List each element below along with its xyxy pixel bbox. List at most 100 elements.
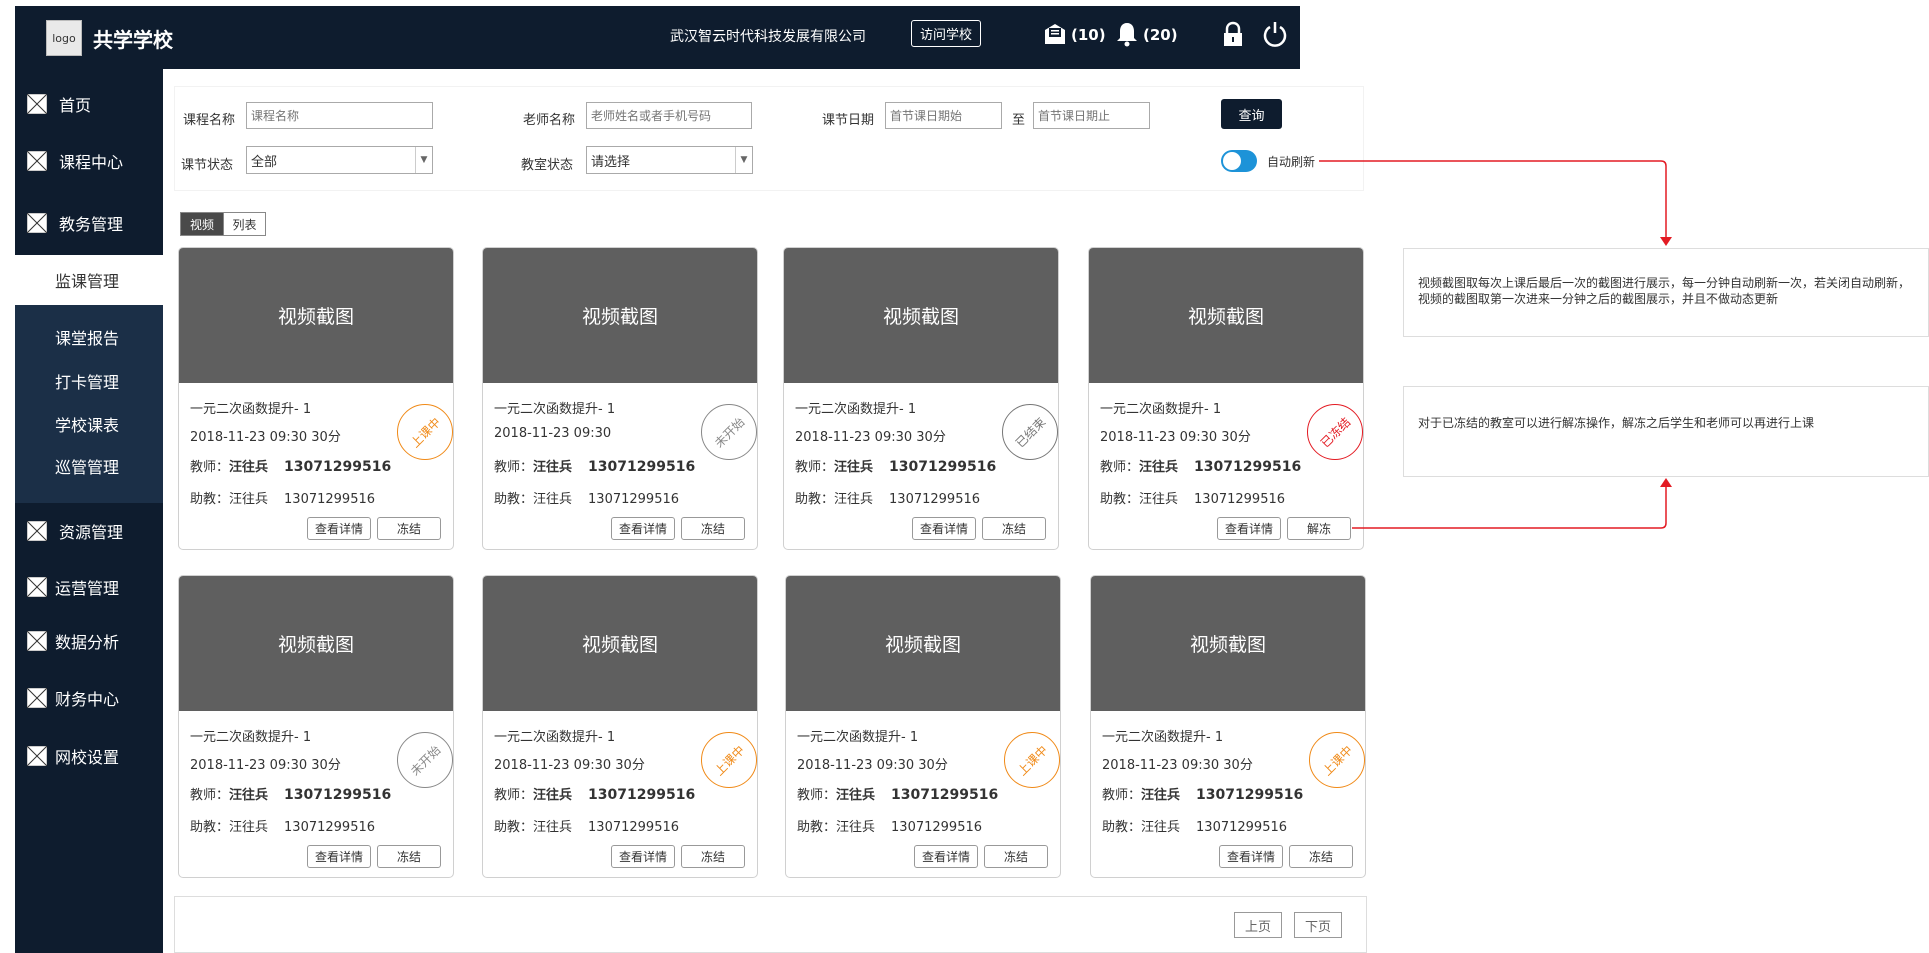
visit-school-button[interactable]: 访问学校: [911, 20, 981, 47]
assistant-line: 助教：汪往兵 13071299516: [190, 488, 375, 507]
date-end-input[interactable]: [1033, 102, 1150, 129]
teacher-line: 教师：汪往兵 13071299516: [1102, 784, 1303, 803]
room-status-label: 教室状态: [521, 158, 574, 173]
sidebar-item-course-center[interactable]: 课程中心: [15, 141, 163, 181]
video-thumbnail[interactable]: 视频截图: [784, 248, 1058, 383]
auto-refresh-toggle[interactable]: [1221, 150, 1257, 172]
unfreeze-button[interactable]: 解冻: [1287, 517, 1351, 540]
sidebar-item-label: 数据分析: [55, 633, 120, 652]
sidebar-item-resources[interactable]: 资源管理: [15, 511, 163, 551]
assistant-line: 助教：汪往兵 13071299516: [1100, 488, 1285, 507]
power-icon[interactable]: [1261, 20, 1289, 48]
view-details-button[interactable]: 查看详情: [1219, 845, 1283, 868]
sidebar-item-analytics[interactable]: 数据分析: [15, 621, 163, 661]
classroom-card: 视频截图 一元二次函数提升- 1 2018-11-23 09:30 30分 教师：汪往…: [1090, 575, 1366, 878]
video-thumbnail[interactable]: 视频截图: [1089, 248, 1363, 383]
video-thumbnail[interactable]: 视频截图: [1091, 576, 1365, 711]
freeze-button[interactable]: 冻结: [377, 517, 441, 540]
course-title: 一元二次函数提升- 1: [494, 730, 616, 745]
tab-list-view[interactable]: 列表: [223, 212, 266, 236]
next-page-button[interactable]: 下页: [1294, 912, 1342, 938]
course-title: 一元二次函数提升- 1: [795, 402, 917, 417]
video-thumbnail[interactable]: 视频截图: [179, 576, 453, 711]
assistant-name: 汪往兵: [533, 820, 573, 835]
date-label: 课节日期: [822, 113, 875, 128]
classroom-card: 视频截图 一元二次函数提升- 1 2018-11-23 09:30 30分 教师：汪往…: [482, 575, 758, 878]
assistant-prefix: 助教：: [190, 492, 230, 507]
assistant-phone: 13071299516: [889, 492, 981, 507]
lesson-time: 2018-11-23 09:30 30分: [494, 758, 645, 773]
placeholder-image-icon: [27, 746, 47, 766]
freeze-button[interactable]: 冻结: [984, 845, 1048, 868]
lock-icon[interactable]: [1219, 20, 1247, 48]
view-details-button[interactable]: 查看详情: [611, 845, 675, 868]
view-details-button[interactable]: 查看详情: [307, 517, 371, 540]
assistant-name: 汪往兵: [834, 492, 874, 507]
teacher-line: 教师：汪往兵 13071299516: [494, 456, 695, 475]
video-thumbnail[interactable]: 视频截图: [483, 248, 757, 383]
room-status-value: 请选择: [591, 154, 631, 170]
assistant-phone: 13071299516: [1196, 820, 1288, 835]
video-thumbnail[interactable]: 视频截图: [483, 576, 757, 711]
bell-icon[interactable]: [1113, 20, 1141, 48]
status-stamp: 未开始: [385, 720, 453, 800]
sidebar-item-settings[interactable]: 网校设置: [15, 736, 163, 776]
course-title: 一元二次函数提升- 1: [1100, 402, 1222, 417]
placeholder-image-icon: [27, 151, 47, 171]
view-details-button[interactable]: 查看详情: [611, 517, 675, 540]
freeze-button[interactable]: 冻结: [982, 517, 1046, 540]
sidebar-subitem-patrol[interactable]: 巡管管理: [55, 454, 119, 478]
assistant-prefix: 助教：: [1100, 492, 1140, 507]
view-details-button[interactable]: 查看详情: [307, 845, 371, 868]
assistant-name: 汪往兵: [836, 820, 876, 835]
date-to-label: 至: [1012, 113, 1026, 128]
sidebar-item-operations[interactable]: 运营管理: [15, 567, 163, 607]
teacher-name-input[interactable]: [586, 102, 752, 129]
lesson-time: 2018-11-23 09:30 30分: [795, 430, 946, 445]
sidebar-subitem-checkin[interactable]: 打卡管理: [55, 369, 119, 393]
sidebar-item-finance[interactable]: 财务中心: [15, 678, 163, 718]
date-start-input[interactable]: [885, 102, 1002, 129]
logo-text: logo: [52, 31, 76, 45]
sidebar-subitem-schedule[interactable]: 学校课表: [55, 412, 119, 436]
sidebar-item-academic[interactable]: 教务管理: [15, 203, 163, 243]
lesson-time: 2018-11-23 09:30 30分: [190, 758, 341, 773]
freeze-button[interactable]: 冻结: [1289, 845, 1353, 868]
freeze-button[interactable]: 冻结: [681, 845, 745, 868]
placeholder-image-icon: [27, 94, 47, 114]
freeze-button[interactable]: 冻结: [377, 845, 441, 868]
sidebar-subitem-class-report[interactable]: 课堂报告: [55, 325, 119, 349]
course-name-input[interactable]: [246, 102, 433, 129]
sidebar-item-home[interactable]: 首页: [15, 84, 163, 124]
lesson-status-label: 课节状态: [181, 158, 234, 173]
teacher-name: 汪往兵: [229, 460, 269, 475]
annotation-freeze-note: 对于已冻结的教室可以进行解冻操作，解冻之后学生和老师可以再进行上课: [1403, 386, 1929, 477]
status-stamp: 已结束: [990, 392, 1058, 472]
connector-line: [1319, 160, 1667, 241]
view-details-button[interactable]: 查看详情: [1217, 517, 1281, 540]
prev-page-button[interactable]: 上页: [1234, 912, 1282, 938]
classroom-card: 视频截图 一元二次函数提升- 1 2018-11-23 09:30 30分 教师：汪往…: [783, 247, 1059, 550]
sidebar-item-label: 资源管理: [59, 523, 124, 542]
status-stamp: 上课中: [689, 720, 757, 800]
lesson-status-select[interactable]: 全部 ▼: [246, 146, 433, 174]
teacher-phone: 13071299516: [284, 459, 392, 475]
status-stamp: 上课中: [1297, 720, 1365, 800]
assistant-prefix: 助教：: [494, 820, 534, 835]
view-details-button[interactable]: 查看详情: [912, 517, 976, 540]
sidebar-item-supervision[interactable]: 监课管理: [15, 255, 163, 305]
video-thumbnail[interactable]: 视频截图: [786, 576, 1060, 711]
query-button[interactable]: 查询: [1221, 99, 1282, 129]
classroom-card: 视频截图 一元二次函数提升- 1 2018-11-23 09:30 30分 教师：汪往…: [178, 247, 454, 550]
placeholder-image-icon: [27, 631, 47, 651]
freeze-button[interactable]: 冻结: [681, 517, 745, 540]
view-details-button[interactable]: 查看详情: [914, 845, 978, 868]
tab-video-view[interactable]: 视频: [180, 212, 224, 236]
classroom-card: 视频截图 一元二次函数提升- 1 2018-11-23 09:30 30分 教师：汪往…: [178, 575, 454, 878]
room-status-select[interactable]: 请选择 ▼: [586, 146, 753, 174]
assistant-phone: 13071299516: [588, 820, 680, 835]
message-icon[interactable]: [1041, 20, 1069, 48]
lesson-time: 2018-11-23 09:30 30分: [797, 758, 948, 773]
video-thumbnail[interactable]: 视频截图: [179, 248, 453, 383]
assistant-line: 助教：汪往兵 13071299516: [494, 488, 679, 507]
